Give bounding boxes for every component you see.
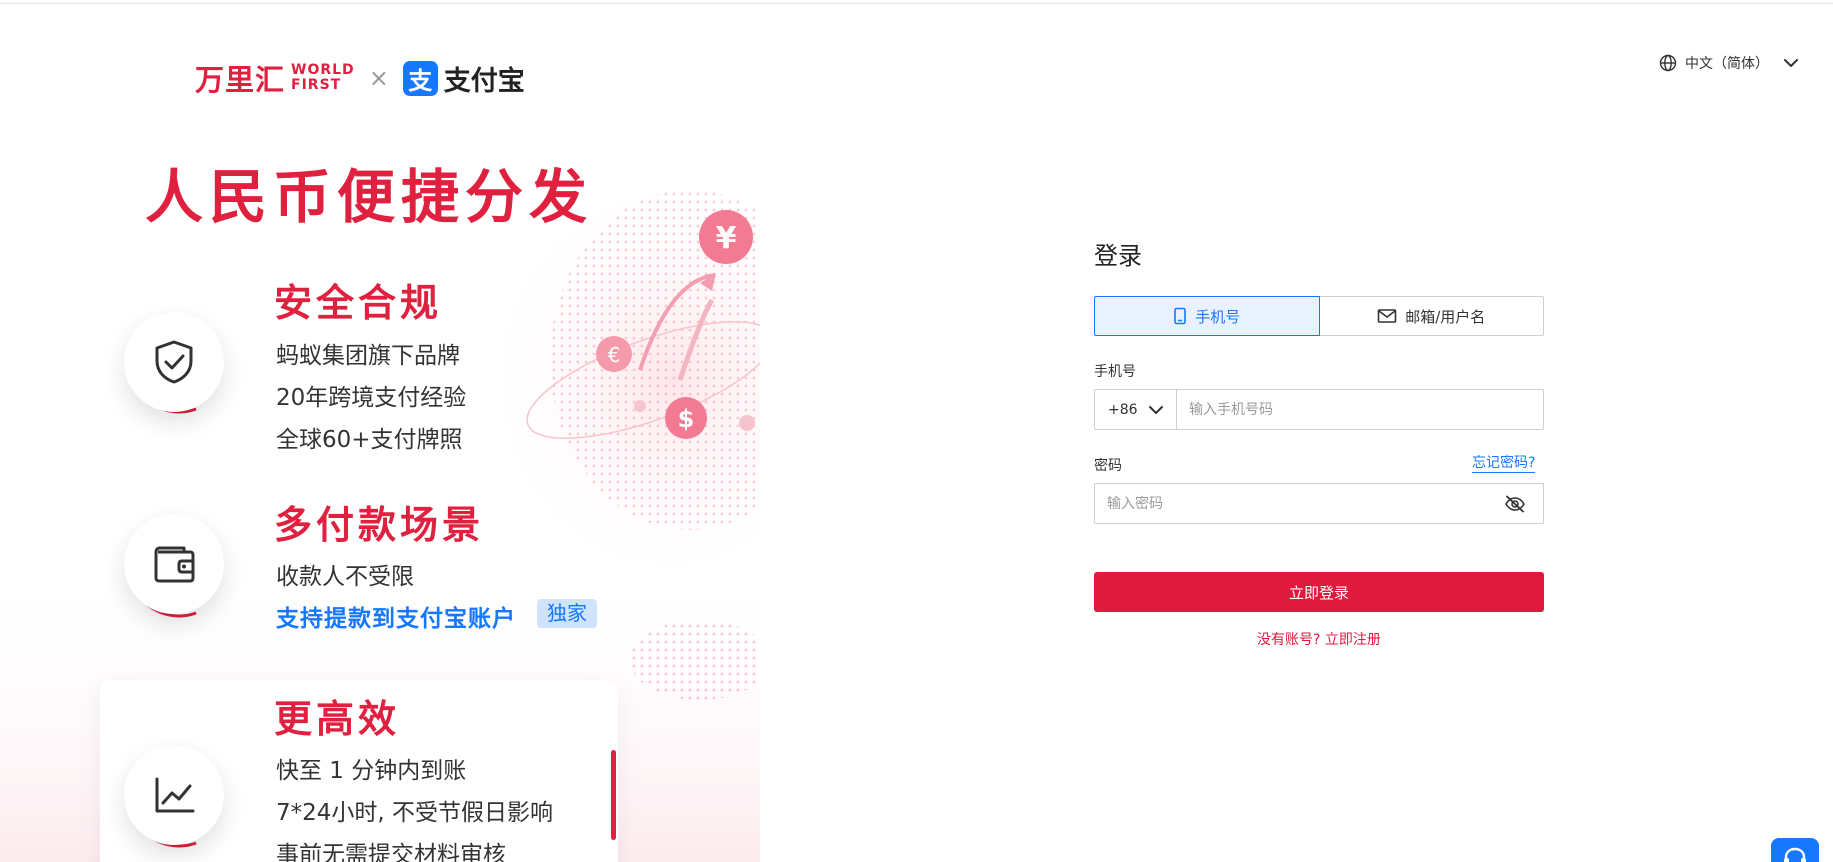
feature-line: 快至 1 分钟内到账 xyxy=(276,758,467,784)
worldfirst-line2: FIRST xyxy=(291,77,342,93)
chevron-down-icon xyxy=(1148,405,1163,414)
password-field xyxy=(1094,483,1544,524)
feature-line: 7*24小时, 不受节假日影响 xyxy=(276,800,554,826)
phone-icon xyxy=(1174,307,1187,325)
line-chart-icon xyxy=(155,777,195,813)
wallet-icon xyxy=(154,546,195,583)
promo-panel: ¥ € $ 万里汇 WORLD FIRST × 支 支付宝 人民币便捷分发 安全… xyxy=(0,0,760,862)
password-input[interactable] xyxy=(1095,484,1503,523)
partner-cross: × xyxy=(368,64,389,92)
efficiency-feature-icon xyxy=(124,745,224,845)
feature-title-efficiency: 更高效 xyxy=(274,697,401,741)
card-accent-bar xyxy=(611,750,616,840)
wanlihui-logo-text: 万里汇 xyxy=(195,63,286,97)
feature-title-security: 安全合规 xyxy=(274,281,443,325)
feature-title-scenarios: 多付款场景 xyxy=(274,503,485,547)
feature-line: 事前无需提交材料审核 xyxy=(276,842,506,862)
country-code-select[interactable]: +86 xyxy=(1095,390,1177,429)
hero-title: 人民币便捷分发 xyxy=(145,163,594,231)
globe-icon xyxy=(1659,54,1677,72)
phone-field-label: 手机号 xyxy=(1094,364,1136,380)
password-field-label: 密码 xyxy=(1094,458,1122,474)
toggle-password-visibility[interactable] xyxy=(1503,492,1527,516)
login-method-tabs: 手机号 邮箱/用户名 xyxy=(1094,296,1544,336)
feature-line: 收款人不受限 xyxy=(276,564,414,590)
phone-field: +86 xyxy=(1094,389,1544,430)
tab-phone-label: 手机号 xyxy=(1195,307,1241,326)
forgot-password-link[interactable]: 忘记密码? xyxy=(1472,455,1536,473)
worldfirst-logo-text: WORLD FIRST xyxy=(291,63,355,93)
headset-icon xyxy=(1784,847,1806,862)
register-prompt: 没有账号? 立即注册 xyxy=(1094,629,1544,649)
eye-off-icon xyxy=(1505,495,1525,512)
exclusive-badge: 独家 xyxy=(537,599,597,628)
chevron-down-icon xyxy=(1784,59,1798,67)
login-button[interactable]: 立即登录 xyxy=(1094,572,1544,612)
feature-line: 蚂蚁集团旗下品牌 xyxy=(276,343,460,369)
phone-input[interactable] xyxy=(1177,390,1543,429)
mail-icon xyxy=(1377,309,1397,323)
tab-email-label: 邮箱/用户名 xyxy=(1405,307,1486,326)
alipay-logo-glyph: 支 xyxy=(408,66,433,95)
feature-line: 20年跨境支付经验 xyxy=(276,385,467,411)
language-selector[interactable]: 中文（简体） xyxy=(1659,52,1807,74)
alipay-logo-text: 支付宝 xyxy=(443,65,525,97)
brand-logo: 万里汇 WORLD FIRST × 支 支付宝 xyxy=(195,58,525,98)
shield-check-icon xyxy=(155,340,193,384)
register-link[interactable]: 没有账号? 立即注册 xyxy=(1257,632,1381,648)
svg-text:€: € xyxy=(608,343,621,367)
country-code-value: +86 xyxy=(1108,401,1138,418)
customer-service-button[interactable] xyxy=(1771,838,1819,862)
tab-email-username[interactable]: 邮箱/用户名 xyxy=(1319,296,1544,336)
security-feature-icon xyxy=(124,312,224,412)
feature-line: 全球60+支付牌照 xyxy=(276,427,463,453)
login-title: 登录 xyxy=(1094,242,1142,270)
feature-line-highlight: 支持提款到支付宝账户 xyxy=(276,606,516,632)
svg-text:$: $ xyxy=(678,405,695,433)
alipay-logo-icon: 支 xyxy=(402,60,438,96)
tab-phone[interactable]: 手机号 xyxy=(1094,296,1320,336)
payment-scenario-feature-icon xyxy=(124,514,224,614)
language-label: 中文（简体） xyxy=(1685,56,1769,72)
worldfirst-line1: WORLD xyxy=(291,62,355,78)
svg-text:¥: ¥ xyxy=(716,221,737,256)
